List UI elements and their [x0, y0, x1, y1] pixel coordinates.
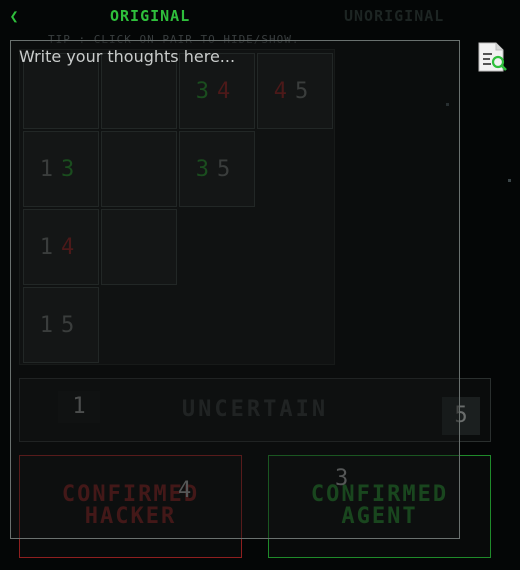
document-search-icon[interactable]: [476, 41, 510, 73]
back-chevron-icon[interactable]: ❮: [6, 7, 22, 25]
notes-panel: [10, 40, 460, 539]
background-dot: [508, 179, 511, 182]
notes-textarea[interactable]: [11, 41, 459, 538]
tab-original[interactable]: ORIGINAL: [110, 7, 190, 25]
tab-unoriginal[interactable]: UNORIGINAL: [344, 7, 444, 25]
